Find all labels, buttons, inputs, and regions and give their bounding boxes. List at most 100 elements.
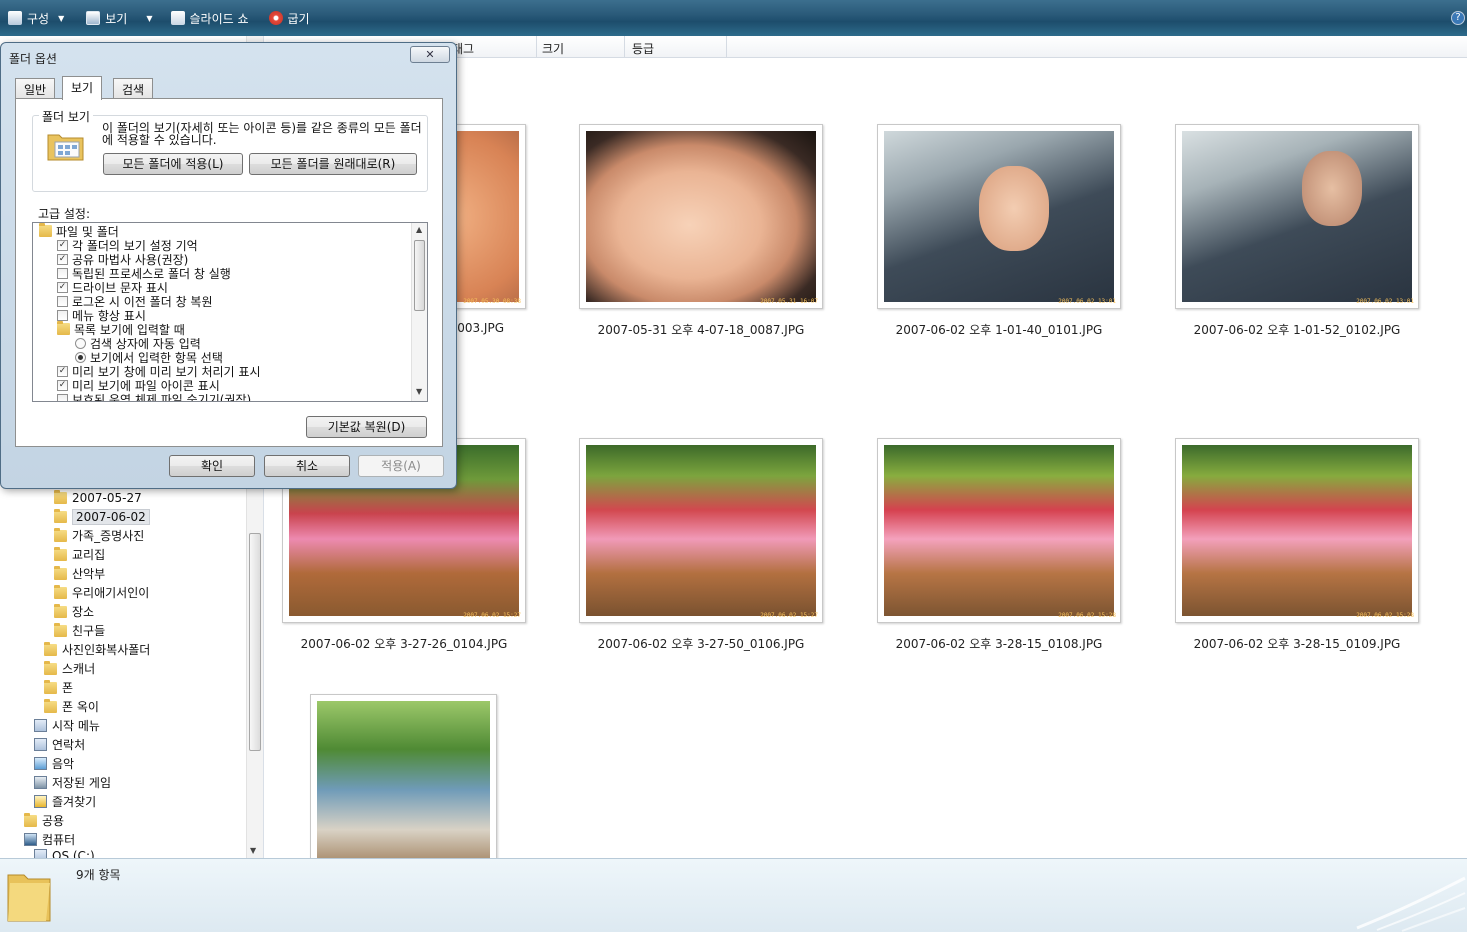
folder-icon <box>24 812 37 827</box>
nav-item-label: 우리애기서인이 <box>72 586 150 600</box>
file-name[interactable]: 2007-05-31 오후 4-07-18_0087.JPG <box>571 321 831 338</box>
scroll-down-arrow-icon[interactable]: ▼ <box>250 846 256 855</box>
file-name[interactable]: 2007-06-02 오후 1-01-52_0102.JPG <box>1167 321 1427 338</box>
file-name[interactable]: 2007-06-02 오후 3-28-15_0108.JPG <box>869 635 1129 652</box>
radio-selected[interactable] <box>75 351 86 363</box>
advanced-settings-label: 고급 설정: <box>38 207 91 221</box>
folder-icon <box>54 527 67 542</box>
nav-item-favorites[interactable]: 즐겨찾기 <box>34 792 96 811</box>
file-name[interactable]: 2007-06-02 오후 3-28-15_0109.JPG <box>1167 635 1427 652</box>
cancel-button[interactable]: 취소 <box>264 455 350 477</box>
nav-item-mountain-club[interactable]: 산악부 <box>54 564 105 583</box>
organize-button[interactable]: 구성 ▼ <box>0 4 72 32</box>
advanced-list-scrollbar-thumb[interactable] <box>414 240 425 311</box>
tab-view[interactable]: 보기 <box>62 76 103 100</box>
column-separator[interactable] <box>624 36 625 57</box>
nav-item-places[interactable]: 장소 <box>54 602 94 621</box>
radio-unselected[interactable] <box>75 337 86 349</box>
ok-button[interactable]: 확인 <box>169 455 255 477</box>
nav-item-2007-06-02[interactable]: 2007-06-02 <box>54 507 150 526</box>
checkbox-unchecked[interactable] <box>57 393 68 401</box>
checkbox-checked[interactable]: ✓ <box>57 239 68 251</box>
photo-thumbnail[interactable]: 2007.05.31 16:07 <box>579 124 823 309</box>
photo-date-stamp: 2007.06.02 15:27 <box>760 612 818 619</box>
apply-to-all-folders-button[interactable]: 모든 폴더에 적용(L) <box>103 153 243 175</box>
file-name[interactable]: 2007-06-02 오후 3-27-26_0104.JPG <box>274 635 534 652</box>
nav-item-label: 저장된 게임 <box>52 776 112 790</box>
advanced-list-scrollbar[interactable]: ▲ ▼ <box>411 223 427 401</box>
group-title: 폴더 보기 <box>39 108 93 125</box>
checkbox-checked[interactable]: ✓ <box>57 365 68 377</box>
checkbox-checked[interactable]: ✓ <box>57 253 68 265</box>
advanced-settings-list[interactable]: 파일 및 폴더 ✓ 각 폴더의 보기 설정 기억 ✓ 공유 마법사 사용(권장)… <box>32 222 428 402</box>
reset-all-folders-button[interactable]: 모든 폴더를 원래대로(R) <box>249 153 417 175</box>
file-name[interactable]: 2007-06-02 오후 1-01-40_0101.JPG <box>869 321 1129 338</box>
file-name[interactable]: 2007-06-02 오후 3-27-50_0106.JPG <box>571 635 831 652</box>
chevron-down-icon: ▼ <box>58 13 65 23</box>
photo-thumbnail[interactable]: 2007.06.02 15:28 <box>877 438 1121 623</box>
tab-search[interactable]: 검색 <box>113 78 154 99</box>
folder-icon <box>39 223 52 237</box>
photo-image <box>884 131 1114 302</box>
restore-defaults-button[interactable]: 기본값 복원(D) <box>306 416 427 438</box>
music-icon <box>34 757 47 770</box>
folder-icon <box>54 622 67 637</box>
nav-item-phone[interactable]: 폰 <box>44 678 73 697</box>
checkbox-unchecked[interactable] <box>57 267 68 279</box>
nav-item-start-menu[interactable]: 시작 메뉴 <box>34 716 100 735</box>
help-icon[interactable]: ? <box>1451 11 1465 25</box>
nav-item-label: 컴퓨터 <box>42 833 76 847</box>
nav-item-friends[interactable]: 친구들 <box>54 621 105 640</box>
organize-icon <box>8 11 22 25</box>
nav-scrollbar-thumb[interactable] <box>249 533 261 751</box>
photo-date-stamp: 2007.05.31 16:07 <box>760 298 818 305</box>
group-description: 이 폴더의 보기(자세히 또는 아이콘 등)를 같은 종류의 모든 폴더에 적용… <box>102 121 422 147</box>
folder-options-dialog: 폴더 옵션 ✕ 일반 보기 검색 폴더 보기 이 폴더의 보기(자세히 또는 아… <box>0 42 457 489</box>
nav-item-family-photos[interactable]: 가족_증명사진 <box>54 526 144 545</box>
folder-icon <box>57 321 70 335</box>
checkbox-checked[interactable]: ✓ <box>57 281 68 293</box>
scroll-up-arrow-icon[interactable]: ▲ <box>416 225 422 234</box>
details-pane: 9개 항목 <box>0 858 1467 932</box>
nav-item-scanner[interactable]: 스캐너 <box>44 659 95 678</box>
close-icon: ✕ <box>425 48 435 61</box>
computer-icon <box>24 833 37 846</box>
column-rating[interactable]: 등급 <box>632 40 654 57</box>
nav-item-label: 사진인화복사폴더 <box>62 643 151 657</box>
column-separator[interactable] <box>536 36 537 57</box>
scroll-down-arrow-icon[interactable]: ▼ <box>416 387 422 396</box>
nav-item-photo-print-copy[interactable]: 사진인화복사폴더 <box>44 640 150 659</box>
nav-item-catechism[interactable]: 교리집 <box>54 545 105 564</box>
photo-thumbnail[interactable]: 2007.06.02 15:27 <box>579 438 823 623</box>
slideshow-button[interactable]: 슬라이드 쇼 <box>163 4 257 32</box>
photo-thumbnail[interactable]: 2007.06.02 13:01 <box>877 124 1121 309</box>
command-bar: 구성 ▼ 보기 ▼ 슬라이드 쇼 굽기 ? <box>0 0 1467 36</box>
nav-item-2007-05-27[interactable]: 2007-05-27 <box>54 488 142 507</box>
burn-button[interactable]: 굽기 <box>261 4 318 32</box>
checkbox-unchecked[interactable] <box>57 295 68 307</box>
apply-button[interactable]: 적용(A) <box>358 455 444 477</box>
nav-item-public[interactable]: 공용 <box>24 811 64 830</box>
checkbox-unchecked[interactable] <box>57 309 68 321</box>
nav-item-computer[interactable]: 컴퓨터 <box>24 830 75 849</box>
nav-item-saved-games[interactable]: 저장된 게임 <box>34 773 111 792</box>
column-size[interactable]: 크기 <box>542 40 564 57</box>
photo-thumbnail[interactable] <box>310 694 497 858</box>
photo-thumbnail[interactable]: 2007.06.02 13:01 <box>1175 124 1419 309</box>
adv-item[interactable]: 보호된 운영 체제 파일 숨기기(권장) <box>57 392 251 401</box>
close-button[interactable]: ✕ <box>410 46 450 63</box>
folder-icon <box>44 679 57 694</box>
nav-item-label: 산악부 <box>72 567 106 581</box>
nav-item-phone-ok[interactable]: 폰 옥이 <box>44 697 99 716</box>
checkbox-checked[interactable]: ✓ <box>57 379 68 391</box>
column-separator[interactable] <box>726 36 727 57</box>
tab-general[interactable]: 일반 <box>15 78 56 99</box>
nav-item-baby-seoin[interactable]: 우리애기서인이 <box>54 583 149 602</box>
photo-thumbnail[interactable]: 2007.06.02 15:28 <box>1175 438 1419 623</box>
nav-item-music[interactable]: 음악 <box>34 754 74 773</box>
view-button[interactable]: 보기 ▼ <box>78 4 160 32</box>
nav-item-label: 2007-05-27 <box>72 490 142 505</box>
photo-image <box>586 131 816 302</box>
nav-item-label: 음악 <box>52 757 75 771</box>
nav-item-contacts[interactable]: 연락처 <box>34 735 85 754</box>
